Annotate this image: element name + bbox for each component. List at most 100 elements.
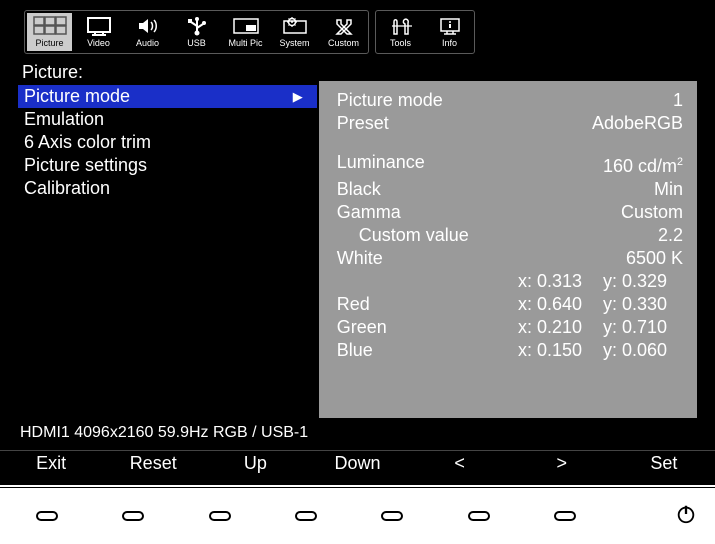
power-icon bbox=[675, 503, 697, 530]
softkey-reset[interactable]: Reset bbox=[102, 453, 204, 474]
detail-label: Picture mode bbox=[337, 89, 443, 112]
coord-y: y: 0.710 bbox=[603, 316, 683, 339]
bezel-button-5[interactable] bbox=[381, 511, 403, 521]
softkey-label: < bbox=[454, 453, 465, 473]
detail-label bbox=[337, 270, 518, 293]
softkey-up[interactable]: Up bbox=[204, 453, 306, 474]
detail-value: 6500 K bbox=[626, 247, 683, 270]
bezel-buttons bbox=[36, 511, 576, 521]
tab-label: Video bbox=[87, 38, 110, 48]
menu-item-label: Picture settings bbox=[24, 154, 147, 177]
tab-multipic[interactable]: Multi Pic bbox=[223, 13, 268, 51]
detail-value: AdobeRGB bbox=[592, 112, 683, 135]
system-icon bbox=[278, 16, 312, 36]
osd-panel: Picture Video Audio USB bbox=[0, 0, 715, 544]
tab-info[interactable]: Info bbox=[427, 13, 472, 51]
detail-white: White 6500 K bbox=[337, 247, 683, 270]
softkey-label: > bbox=[557, 453, 568, 473]
bezel bbox=[0, 484, 715, 544]
tools-icon bbox=[384, 16, 418, 36]
coord-x: x: 0.313 bbox=[518, 270, 603, 293]
detail-gamma: Gamma Custom bbox=[337, 201, 683, 224]
menu-six-axis[interactable]: 6 Axis color trim bbox=[18, 131, 317, 154]
softkey-set[interactable]: Set bbox=[613, 453, 715, 474]
tab-label: Tools bbox=[390, 38, 411, 48]
detail-picture-mode: Picture mode 1 bbox=[337, 89, 683, 112]
detail-label: Custom value bbox=[337, 224, 469, 247]
softkey-prev[interactable]: < bbox=[409, 453, 511, 474]
tab-picture[interactable]: Picture bbox=[27, 13, 72, 51]
detail-label: Luminance bbox=[337, 151, 425, 178]
softkey-label: Down bbox=[334, 453, 380, 473]
bezel-button-2[interactable] bbox=[122, 511, 144, 521]
picture-icon bbox=[33, 16, 67, 36]
detail-blue: Blue x: 0.150 y: 0.060 bbox=[337, 339, 683, 362]
coord-x: x: 0.640 bbox=[518, 293, 603, 316]
bezel-button-1[interactable] bbox=[36, 511, 58, 521]
detail-value: Custom bbox=[621, 201, 683, 224]
menu-picture-mode[interactable]: Picture mode ▶ bbox=[18, 85, 317, 108]
tab-label: Picture bbox=[35, 38, 63, 48]
coord-y: y: 0.060 bbox=[603, 339, 683, 362]
tab-label: System bbox=[279, 38, 309, 48]
softkey-down[interactable]: Down bbox=[306, 453, 408, 474]
detail-value: Min bbox=[654, 178, 683, 201]
coord-y: y: 0.329 bbox=[603, 270, 683, 293]
section-title: Picture: bbox=[18, 60, 317, 85]
tab-tools[interactable]: Tools bbox=[378, 13, 423, 51]
softkey-label: Set bbox=[650, 453, 677, 473]
bezel-button-7[interactable] bbox=[554, 511, 576, 521]
detail-value: 1 bbox=[673, 89, 683, 112]
tab-label: Info bbox=[442, 38, 457, 48]
menu-picture-settings[interactable]: Picture settings bbox=[18, 154, 317, 177]
submenu-arrow-icon: ▶ bbox=[293, 85, 307, 108]
menu-calibration[interactable]: Calibration bbox=[18, 177, 317, 200]
osd-body: Picture: Picture mode ▶ Emulation 6 Axis… bbox=[0, 60, 715, 420]
menu-list: Picture mode ▶ Emulation 6 Axis color tr… bbox=[18, 85, 317, 200]
tab-label: Multi Pic bbox=[228, 38, 262, 48]
menu-item-label: 6 Axis color trim bbox=[24, 131, 151, 154]
menu-item-label: Calibration bbox=[24, 177, 110, 200]
audio-icon bbox=[131, 16, 165, 36]
tab-audio[interactable]: Audio bbox=[125, 13, 170, 51]
detail-black: Black Min bbox=[337, 178, 683, 201]
menu-column: Picture: Picture mode ▶ Emulation 6 Axis… bbox=[18, 60, 317, 418]
detail-label: White bbox=[337, 247, 383, 270]
detail-label: Black bbox=[337, 178, 381, 201]
tab-label: Custom bbox=[328, 38, 359, 48]
bezel-button-6[interactable] bbox=[468, 511, 490, 521]
info-icon bbox=[433, 16, 467, 36]
detail-value: 2.2 bbox=[658, 224, 683, 247]
coord-y: y: 0.330 bbox=[603, 293, 683, 316]
bezel-button-3[interactable] bbox=[209, 511, 231, 521]
tab-group-extra: Tools Info bbox=[375, 10, 475, 54]
detail-value: 160 cd/m2 bbox=[603, 151, 683, 178]
softkey-label: Reset bbox=[130, 453, 177, 473]
tab-video[interactable]: Video bbox=[76, 13, 121, 51]
softkey-exit[interactable]: Exit bbox=[0, 453, 102, 474]
tab-group-main: Picture Video Audio USB bbox=[24, 10, 369, 54]
softkey-next[interactable]: > bbox=[511, 453, 613, 474]
menu-emulation[interactable]: Emulation bbox=[18, 108, 317, 131]
detail-white-xy: x: 0.313 y: 0.329 bbox=[337, 270, 683, 293]
tab-bar: Picture Video Audio USB bbox=[0, 0, 715, 60]
coord-x: x: 0.210 bbox=[518, 316, 603, 339]
detail-label: Blue bbox=[337, 339, 518, 362]
power-button[interactable] bbox=[675, 503, 697, 530]
menu-item-label: Emulation bbox=[24, 108, 104, 131]
softkey-label: Up bbox=[244, 453, 267, 473]
tab-usb[interactable]: USB bbox=[174, 13, 219, 51]
softkey-label: Exit bbox=[36, 453, 66, 473]
detail-label: Green bbox=[337, 316, 518, 339]
detail-green: Green x: 0.210 y: 0.710 bbox=[337, 316, 683, 339]
multipic-icon bbox=[229, 16, 263, 36]
detail-preset: Preset AdobeRGB bbox=[337, 112, 683, 135]
tab-system[interactable]: System bbox=[272, 13, 317, 51]
detail-red: Red x: 0.640 y: 0.330 bbox=[337, 293, 683, 316]
detail-label: Gamma bbox=[337, 201, 401, 224]
bezel-button-4[interactable] bbox=[295, 511, 317, 521]
detail-label: Red bbox=[337, 293, 518, 316]
tab-custom[interactable]: Custom bbox=[321, 13, 366, 51]
tab-label: USB bbox=[187, 38, 206, 48]
menu-item-label: Picture mode bbox=[24, 85, 130, 108]
